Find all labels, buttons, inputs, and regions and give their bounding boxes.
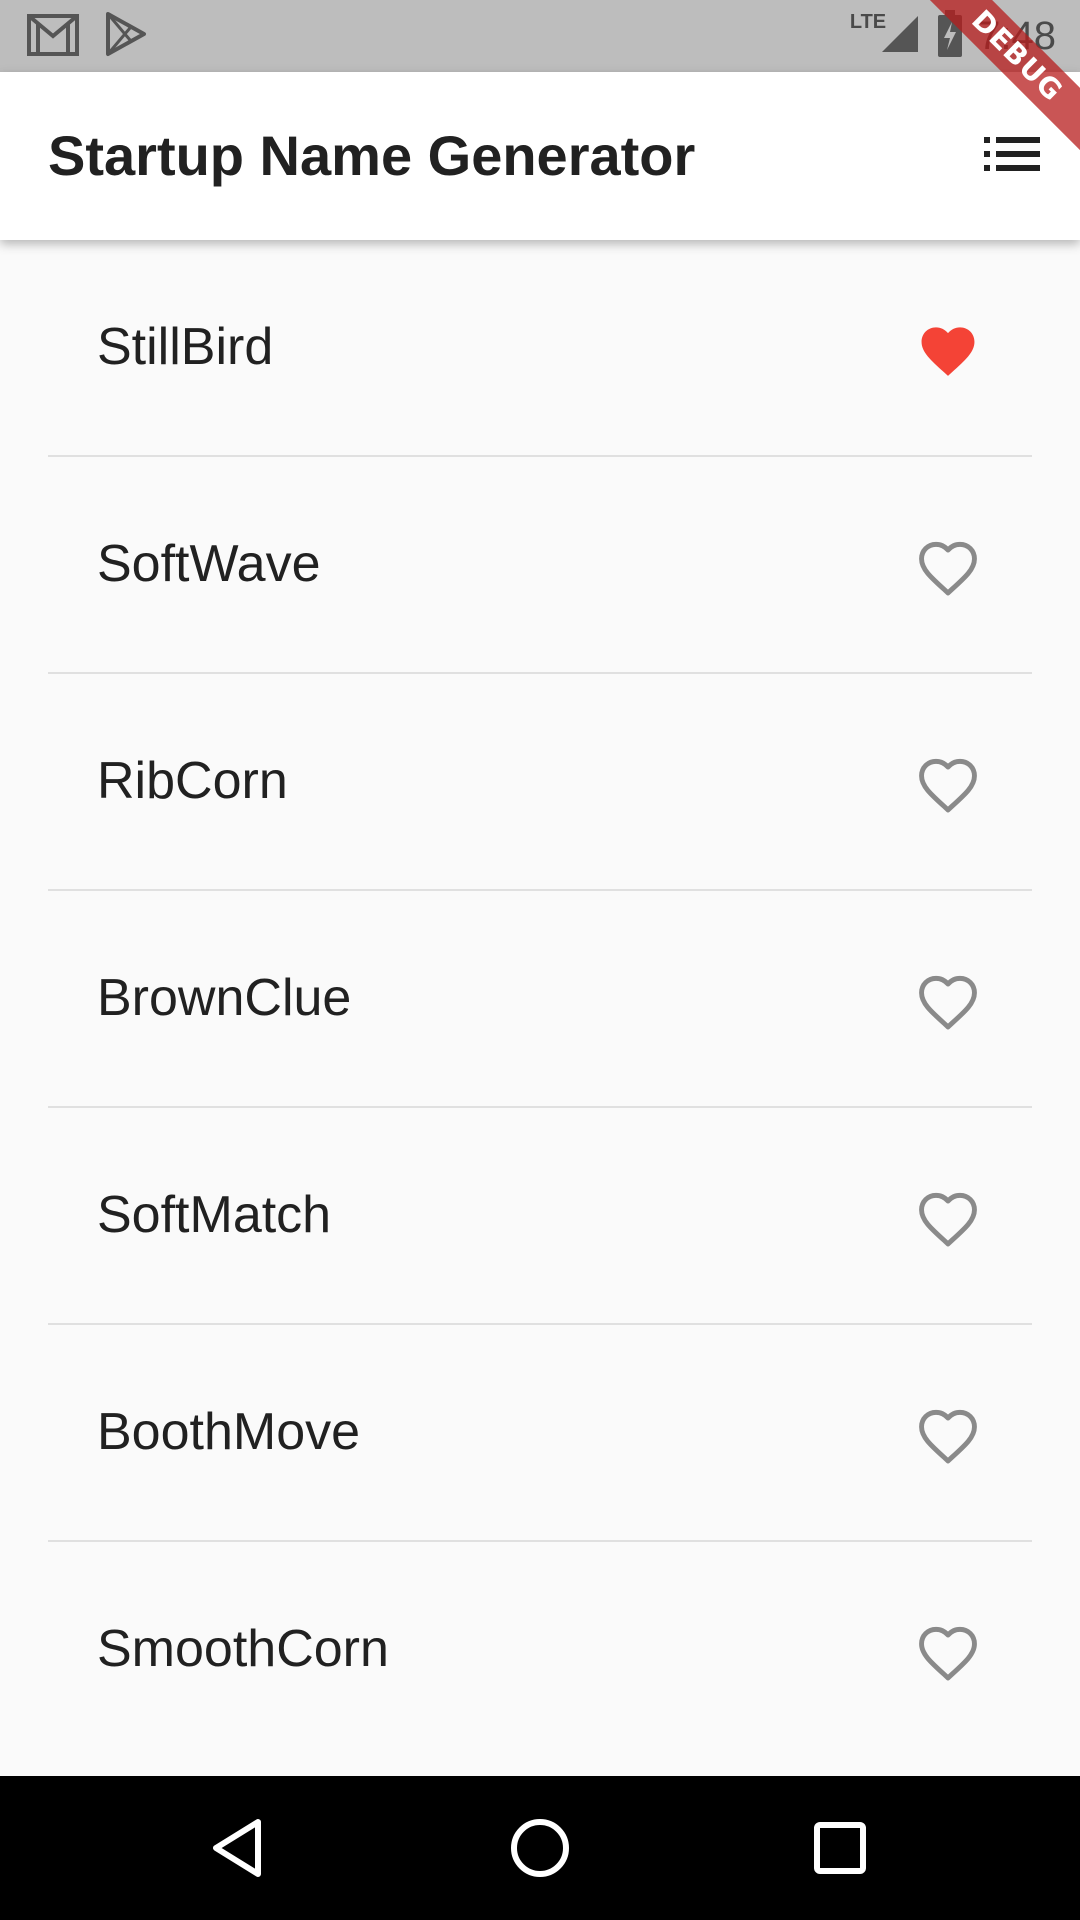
favorite-border-icon[interactable] <box>915 1188 981 1248</box>
notification-icons <box>26 10 148 63</box>
suggestion-name: BoothMove <box>97 1403 361 1461</box>
navigation-bar <box>0 1776 1080 1920</box>
list-icon <box>984 136 1040 176</box>
list-item[interactable]: BrownClue <box>0 891 1080 1106</box>
suggestion-name: SoftWave <box>97 535 321 593</box>
suggestions-list: StillBird SoftWave RibCorn BrownClue SoftMat… <box>0 240 1080 1757</box>
play-store-icon <box>104 10 148 63</box>
gmail-icon <box>26 10 80 63</box>
home-icon <box>508 1819 572 1884</box>
recents-button[interactable] <box>808 1816 872 1880</box>
list-item[interactable]: SmoothCorn <box>0 1542 1080 1757</box>
page-title: Startup Name Generator <box>48 124 696 187</box>
list-item[interactable]: StillBird <box>0 240 1080 455</box>
recents-icon <box>808 1822 872 1884</box>
suggestion-name: BrownClue <box>97 969 352 1027</box>
favorite-border-icon[interactable] <box>915 754 981 814</box>
app-bar: Startup Name Generator <box>0 72 1080 240</box>
back-icon <box>208 1819 272 1884</box>
favorite-border-icon[interactable] <box>915 537 981 597</box>
suggestion-name: SmoothCorn <box>97 1620 389 1678</box>
network-type: LTE <box>849 10 887 33</box>
favorite-border-icon[interactable] <box>915 1622 981 1682</box>
status-bar: LTE 7:48 <box>0 0 1080 72</box>
saved-list-button[interactable] <box>980 124 1044 188</box>
list-item[interactable]: RibCorn <box>0 674 1080 889</box>
home-button[interactable] <box>508 1816 572 1880</box>
favorite-border-icon[interactable] <box>915 1405 981 1465</box>
list-item[interactable]: SoftWave <box>0 457 1080 672</box>
screen: LTE 7:48 DEBUG Startup Name Generator <box>0 0 1080 1920</box>
back-button[interactable] <box>208 1816 272 1880</box>
favorite-border-icon[interactable] <box>915 971 981 1031</box>
list-item[interactable]: BoothMove <box>0 1325 1080 1540</box>
favorite-icon[interactable] <box>915 320 981 380</box>
list-item[interactable]: SoftMatch <box>0 1108 1080 1323</box>
suggestion-name: RibCorn <box>97 752 288 810</box>
suggestion-name: StillBird <box>97 318 274 376</box>
suggestion-name: SoftMatch <box>97 1186 332 1244</box>
